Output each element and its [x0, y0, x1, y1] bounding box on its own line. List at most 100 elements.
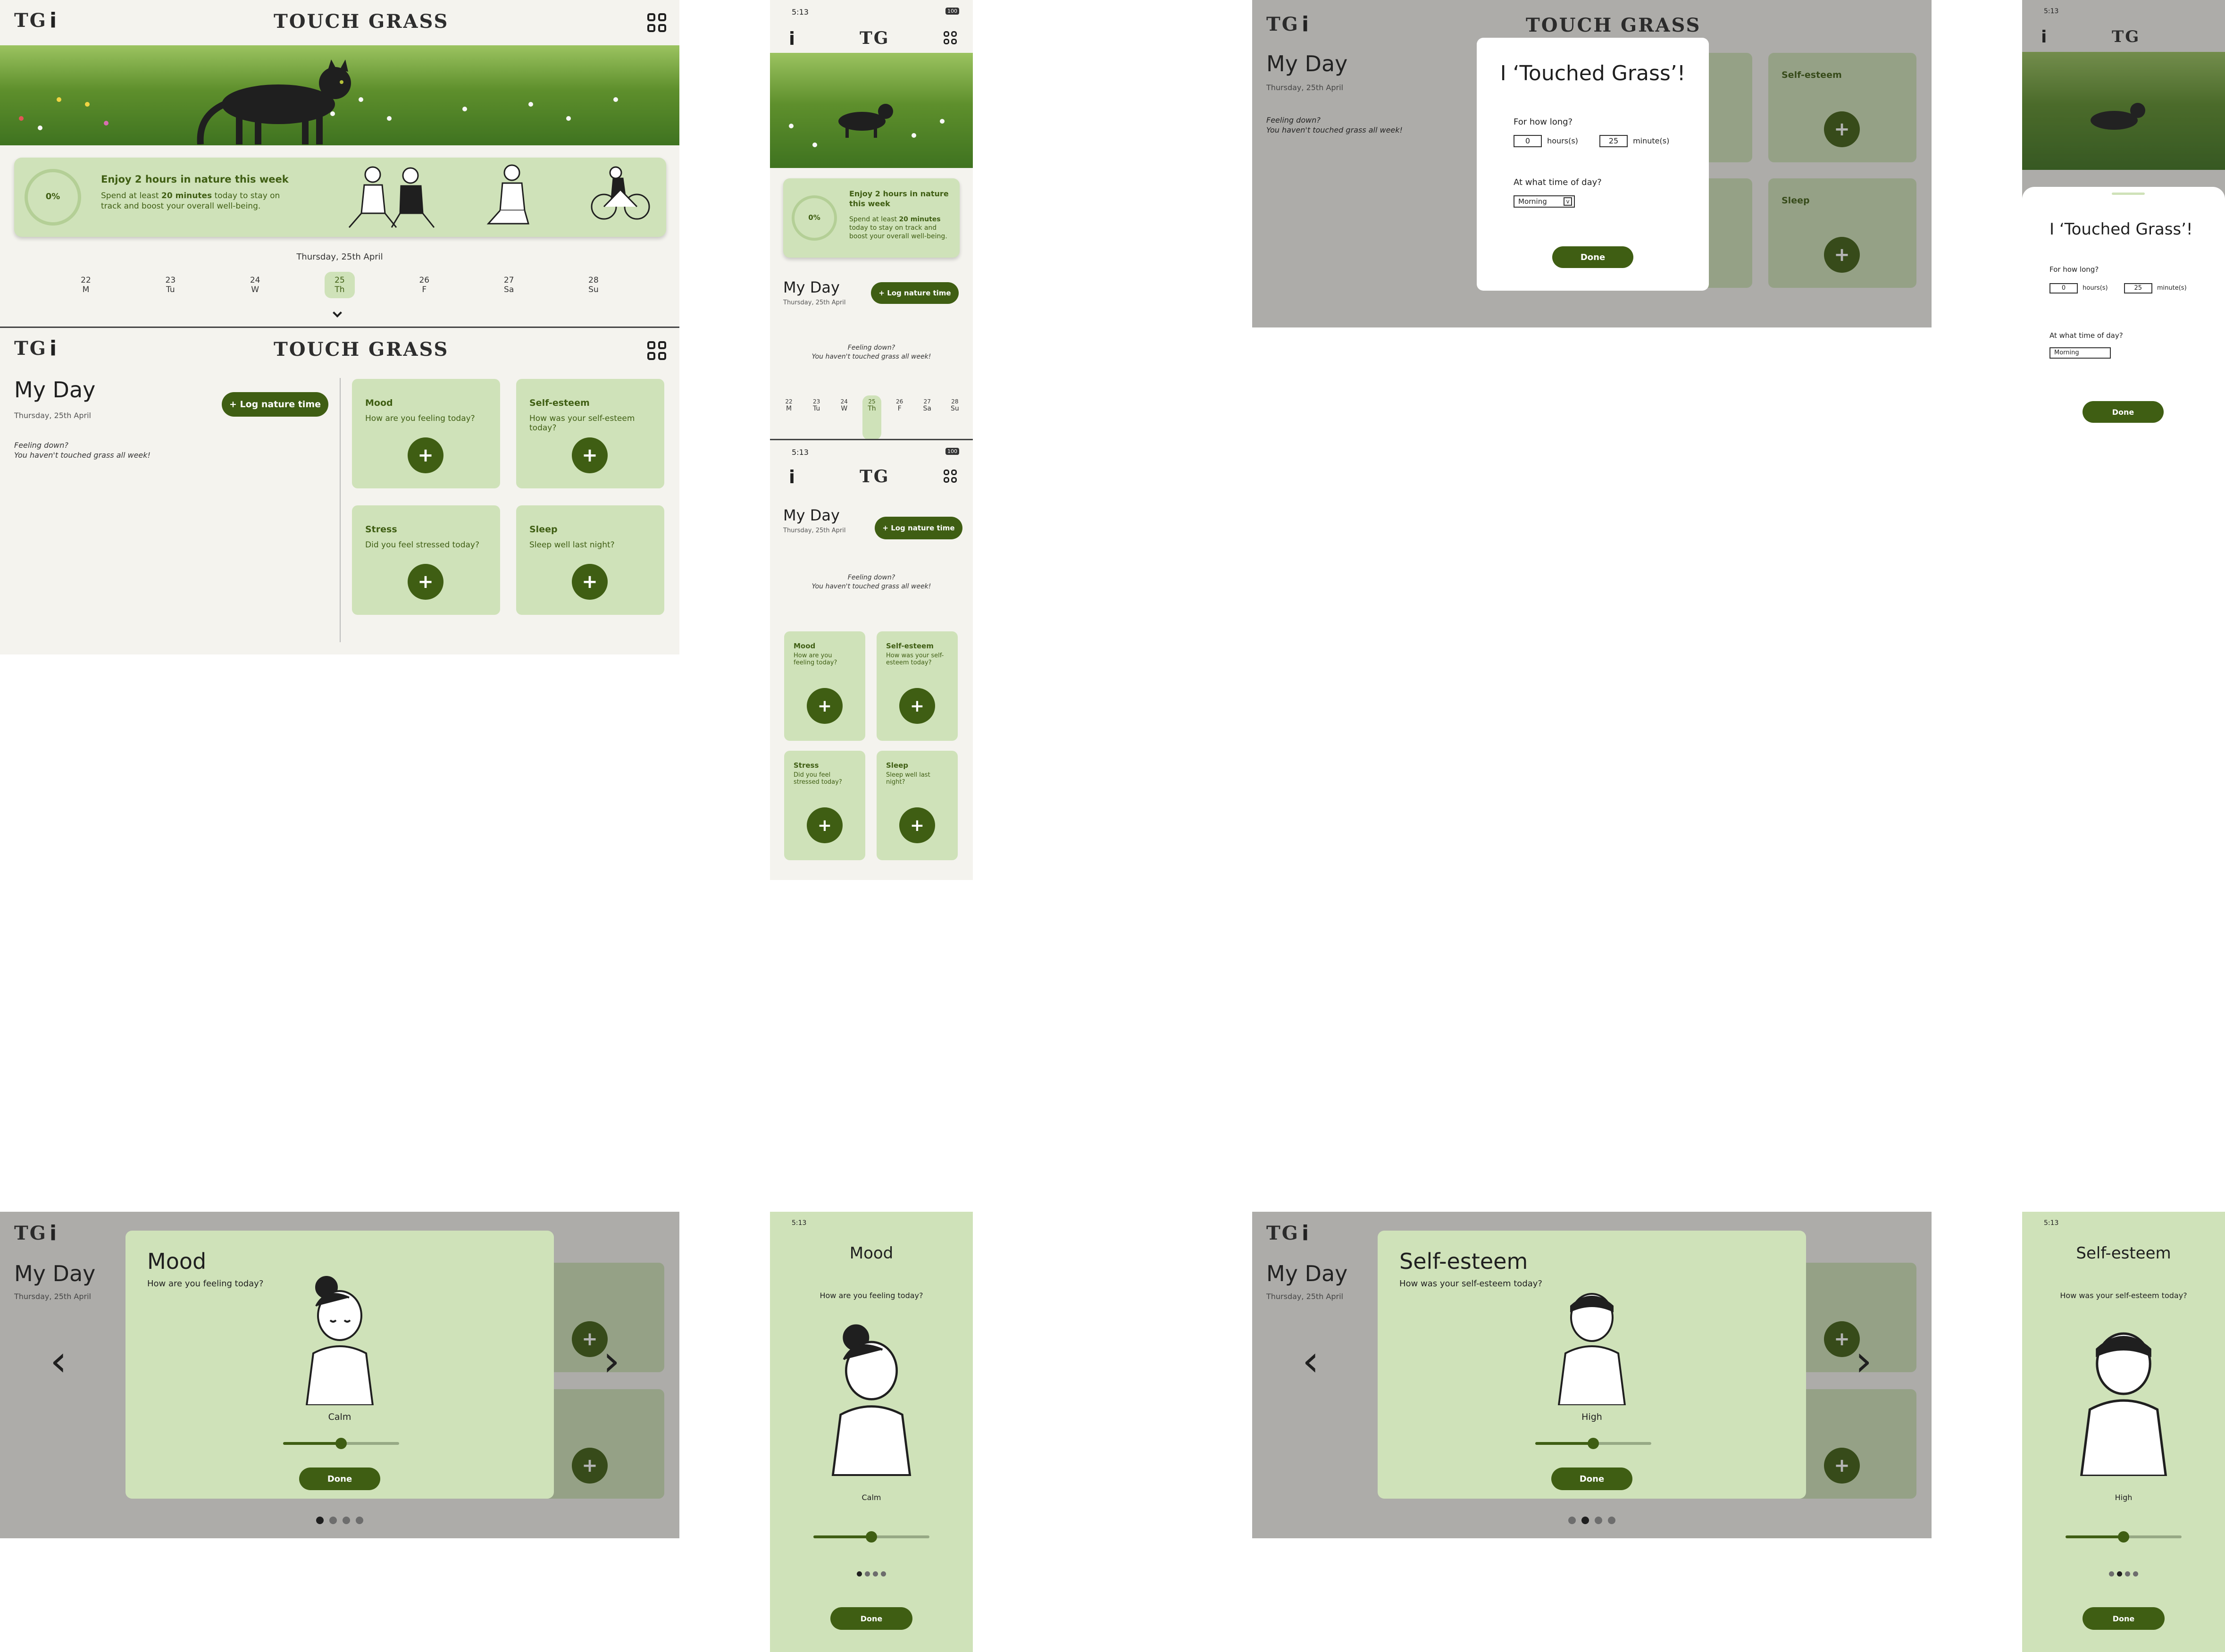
add-stress-button[interactable]: + [408, 564, 443, 600]
log-nature-time-button[interactable]: + Log nature time [875, 517, 962, 539]
calm-person-illustration [831, 1324, 912, 1476]
phone-esteem-frame: 5:13 Self-esteem How was your self-estee… [2022, 1212, 2225, 1652]
done-button[interactable]: Done [1552, 246, 1633, 268]
day-27[interactable]: 27 Sa [918, 395, 937, 439]
myday-date: Thursday, 25th April [783, 299, 846, 306]
done-button[interactable]: Done [830, 1607, 912, 1630]
time-of-day-select[interactable]: Morning [2049, 347, 2111, 359]
add-mood-button[interactable]: + [807, 688, 843, 724]
modal-title: Self-esteem [2076, 1244, 2171, 1263]
sleep-card[interactable]: Sleep Sleep well last night? + [516, 505, 664, 615]
app-logo-short[interactable]: TG [860, 28, 890, 48]
mood-card[interactable]: Mood How are you feeling today? + [784, 631, 865, 741]
done-button[interactable]: Done [1551, 1468, 1632, 1490]
app-logo-short[interactable]: TG [14, 9, 47, 32]
progress-percent: 0% [45, 192, 60, 201]
pagination-dots [0, 1517, 679, 1526]
prev-arrow-icon[interactable]: ‹ [50, 1340, 67, 1383]
day-25-selected[interactable]: 25 Th [862, 395, 881, 439]
add-mood-button[interactable]: + [408, 437, 443, 473]
log-nature-time-button[interactable]: + Log nature time [222, 392, 328, 417]
slider-knob[interactable] [335, 1438, 347, 1449]
info-icon[interactable]: i [789, 467, 795, 487]
mood-slider[interactable] [283, 1438, 399, 1449]
log-nature-time-button[interactable]: + Log nature time [871, 282, 959, 304]
minutes-input[interactable]: 25 [2124, 283, 2152, 294]
hours-input[interactable]: 0 [2049, 283, 2078, 294]
app-logo-short[interactable]: TG [14, 337, 47, 360]
day-25-selected[interactable]: 25 Th [324, 272, 355, 298]
day-26[interactable]: 26 F [890, 395, 909, 439]
menu-grid-icon[interactable] [647, 341, 666, 360]
self-esteem-card[interactable]: Self-esteem How was your self-esteem tod… [516, 379, 664, 488]
goal-description: Spend at least 20 minutes today to stay … [101, 191, 280, 211]
info-icon[interactable]: i [789, 28, 795, 49]
esteem-modal: Self-esteem How was your self-esteem tod… [1378, 1231, 1806, 1499]
add-sleep-button[interactable]: + [899, 807, 935, 843]
app-logo-short[interactable]: TG [860, 467, 890, 486]
modal-title: Mood [147, 1249, 207, 1274]
tablet-mood-modal-frame: TG i My Day Thursday, 25th April + + ‹ ›… [0, 1212, 679, 1538]
day-28[interactable]: 28 Su [945, 395, 964, 439]
day-24[interactable]: 24 W [835, 395, 853, 439]
next-arrow-icon[interactable]: › [603, 1340, 620, 1383]
self-esteem-card[interactable]: Self-esteem How was your self-esteem tod… [877, 631, 958, 741]
done-button[interactable]: Done [2083, 401, 2164, 423]
mood-card[interactable]: Mood How are you feeling today? + [352, 379, 500, 488]
modal-question: How are you feeling today? [820, 1291, 923, 1300]
slider-knob[interactable] [2118, 1531, 2129, 1543]
time-of-day-select[interactable]: Morning v [1514, 195, 1575, 208]
esteem-value-label: High [1581, 1412, 1602, 1422]
myday-title: My Day [783, 278, 840, 296]
menu-grid-icon[interactable] [647, 13, 666, 32]
log-modal: I ‘Touched Grass’! For how long? 0 hours… [1477, 38, 1709, 291]
app-logo: TOUCH GRASS [274, 338, 449, 361]
day-22[interactable]: 22 M [71, 272, 101, 298]
phone-myday-frame: 5:13 100 i TG My Day Thursday, 25th Apri… [770, 440, 973, 880]
cat-illustration [197, 59, 351, 144]
info-icon[interactable]: i [50, 8, 57, 33]
day-26[interactable]: 26 F [409, 272, 439, 298]
day-23[interactable]: 23 Tu [155, 272, 185, 298]
add-sleep-button[interactable]: + [572, 564, 608, 600]
day-28[interactable]: 28 Su [578, 272, 609, 298]
myday-date: Thursday, 25th April [14, 411, 91, 420]
slider-knob[interactable] [1588, 1438, 1599, 1449]
sleep-card[interactable]: Sleep Sleep well last night? + [877, 751, 958, 860]
weekly-goal-banner: 0% Enjoy 2 hours in nature this week Spe… [783, 178, 960, 258]
chevron-down-icon[interactable] [333, 308, 342, 318]
modal-question: How was your self-esteem today? [1399, 1279, 1542, 1289]
esteem-slider[interactable] [1535, 1438, 1651, 1449]
esteem-slider[interactable] [2066, 1531, 2182, 1543]
tablet-log-modal-frame: TG i TOUCH GRASS My Day Thursday, 25th A… [1252, 0, 1932, 327]
info-icon[interactable]: i [50, 336, 57, 361]
add-self-esteem-button[interactable]: + [899, 688, 935, 724]
add-stress-button[interactable]: + [807, 807, 843, 843]
stress-card[interactable]: Stress Did you feel stressed today? + [352, 505, 500, 615]
status-time: 5:13 [792, 8, 809, 17]
done-button[interactable]: Done [299, 1468, 380, 1490]
prev-arrow-icon[interactable]: ‹ [1302, 1340, 1319, 1383]
modal-title: Self-esteem [1399, 1249, 1528, 1274]
done-button[interactable]: Done [2083, 1607, 2165, 1630]
slider-knob[interactable] [866, 1531, 877, 1543]
add-self-esteem-button[interactable]: + [572, 437, 608, 473]
battery-icon: 100 [945, 448, 959, 455]
day-27[interactable]: 27 Sa [494, 272, 524, 298]
column-divider [340, 378, 341, 642]
modal-question: How was your self-esteem today? [2060, 1291, 2187, 1300]
tablet-home-frame: TG i TOUCH GRASS 0% Enjoy 2 hours in nat… [0, 0, 679, 327]
mood-slider[interactable] [813, 1531, 929, 1543]
sheet-handle[interactable] [2112, 193, 2145, 195]
hours-input[interactable]: 0 [1514, 135, 1542, 147]
day-23[interactable]: 23 Tu [807, 395, 826, 439]
date-heading: Thursday, 25th April [296, 252, 383, 262]
day-22[interactable]: 22 M [779, 395, 798, 439]
stress-card[interactable]: Stress Did you feel stressed today? + [784, 751, 865, 860]
minutes-input[interactable]: 25 [1599, 135, 1628, 147]
menu-grid-icon[interactable] [944, 31, 957, 44]
menu-grid-icon[interactable] [944, 470, 957, 483]
day-24[interactable]: 24 W [240, 272, 270, 298]
next-arrow-icon[interactable]: › [1855, 1340, 1872, 1383]
modal-question: How are you feeling today? [147, 1279, 264, 1289]
